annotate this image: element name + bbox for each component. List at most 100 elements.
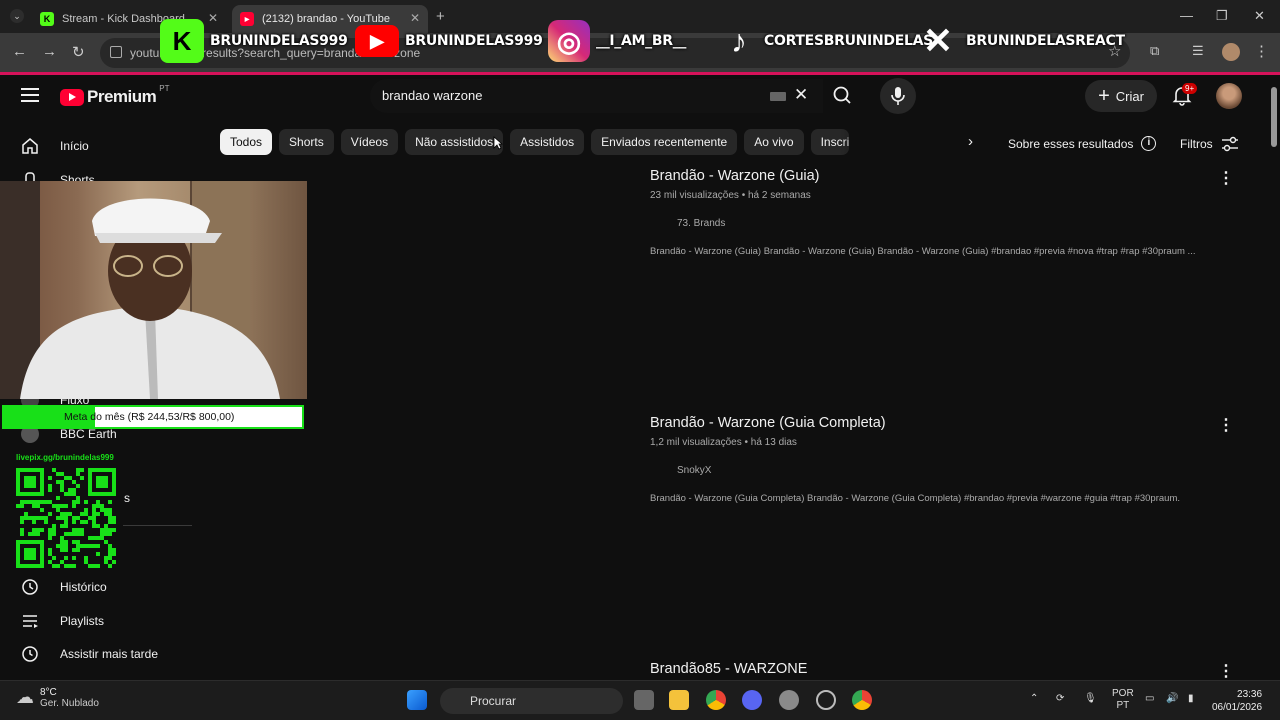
weather-widget[interactable]: ☁ 8°C Ger. Nublado xyxy=(16,687,99,709)
filter-chips: Todos Shorts Vídeos Não assistidos Assis… xyxy=(220,129,856,155)
tab-list-icon[interactable]: ☰ xyxy=(1192,43,1204,59)
social-handle: CORTESBRUNINDELAS xyxy=(764,33,933,49)
volume-icon[interactable]: 🔊 xyxy=(1166,693,1178,704)
clear-search-icon[interactable]: ✕ xyxy=(794,85,808,105)
tray-chevron-up-icon[interactable]: ⌃ xyxy=(1030,693,1038,704)
youtube-play-icon xyxy=(60,88,84,106)
sidebar-label: Histórico xyxy=(60,580,107,594)
search-query: brandao warzone xyxy=(382,88,483,103)
filters-button[interactable]: Filtros xyxy=(1180,136,1240,152)
chip-videos[interactable]: Vídeos xyxy=(340,129,399,155)
sidebar-label: Assistir mais tarde xyxy=(60,647,159,661)
result-description: Brandão - Warzone (Guia) Brandão - Warzo… xyxy=(650,246,1196,257)
sidebar-item-historico[interactable]: Histórico xyxy=(20,577,107,597)
home-icon xyxy=(20,136,40,156)
weather-temp: 8°C xyxy=(40,687,57,698)
social-handle: BRUNINDELAS999 xyxy=(210,33,348,49)
sidebar-label: Playlists xyxy=(60,614,105,628)
keyboard-icon[interactable] xyxy=(770,92,786,101)
page-scrollbar[interactable] xyxy=(1268,75,1280,680)
youtube-masthead: Premium PT brandao warzone ✕ + Criar 9+ xyxy=(0,75,1268,120)
result-title[interactable]: Brandão - Warzone (Guia Completa) xyxy=(650,415,1230,431)
youtube-logo[interactable]: Premium PT xyxy=(60,83,170,107)
chip-shorts[interactable]: Shorts xyxy=(279,129,334,155)
screen: ⌄ K Stream - Kick Dashboard ✕ ▶ (2132) b… xyxy=(0,0,1280,720)
browser-menu-icon[interactable]: ⋮ xyxy=(1254,42,1269,60)
profile-avatar[interactable] xyxy=(1222,43,1240,61)
back-icon[interactable]: ← xyxy=(12,43,27,60)
streamer-webcam xyxy=(0,181,307,399)
tray-mic-icon[interactable]: 🎙 xyxy=(1084,693,1097,704)
livepix-qr-panel: livepix.gg/brunindelas999 xyxy=(10,450,123,574)
result-meta: 23 mil visualizações • há 2 semanas xyxy=(650,190,811,201)
overlay-social-tiktok: ♪ CORTESBRUNINDELAS xyxy=(720,18,933,64)
chrome-icon[interactable] xyxy=(706,690,726,710)
result-channel[interactable]: SnokyX xyxy=(677,465,1230,476)
more-actions-icon[interactable]: ⋮ xyxy=(1218,661,1234,681)
result-channel[interactable]: 73. Brands xyxy=(677,218,1230,229)
chevron-right-icon[interactable]: › xyxy=(968,133,973,150)
battery-icon[interactable]: ▮ xyxy=(1188,693,1194,704)
reload-icon[interactable]: ↻ xyxy=(72,43,85,61)
create-label: Criar xyxy=(1115,88,1144,104)
sidebar-item-inicio[interactable]: Início xyxy=(20,136,89,156)
system-clock[interactable]: 23:36 06/01/2026 xyxy=(1212,688,1262,714)
site-info-icon[interactable] xyxy=(110,46,122,58)
result-item-3[interactable]: Brandão85 - WARZONE ⋮ xyxy=(650,661,1234,680)
chip-todos[interactable]: Todos xyxy=(220,129,273,155)
result-item-2[interactable]: Brandão - Warzone (Guia Completa) 1,2 mi… xyxy=(650,415,1234,504)
tiktok-icon: ♪ xyxy=(731,22,747,59)
more-actions-icon[interactable]: ⋮ xyxy=(1218,415,1234,435)
scrollbar-thumb[interactable] xyxy=(1271,87,1277,147)
forward-icon[interactable]: → xyxy=(42,43,57,60)
taskbar-search[interactable]: Procurar xyxy=(440,688,623,714)
result-title[interactable]: Brandão85 - WARZONE xyxy=(650,661,1230,677)
logo-brand: Premium xyxy=(87,87,157,106)
obs-icon[interactable] xyxy=(816,690,836,710)
extensions-icon[interactable]: ⧉ xyxy=(1150,43,1159,59)
task-view-icon[interactable] xyxy=(634,690,654,710)
chip-assistidos[interactable]: Assistidos xyxy=(510,129,585,155)
lang-bottom: PT xyxy=(1116,700,1130,711)
maximize-icon[interactable]: ❐ xyxy=(1216,8,1228,24)
chip-enviados-recentemente[interactable]: Enviados recentemente xyxy=(591,129,738,155)
social-handle: __I_AM_BR__ xyxy=(596,33,687,49)
minimize-icon[interactable]: — xyxy=(1180,8,1193,23)
more-actions-icon[interactable]: ⋮ xyxy=(1218,168,1234,188)
windows-start-icon[interactable] xyxy=(407,690,427,710)
mouse-cursor-icon xyxy=(493,136,503,150)
result-item-1[interactable]: Brandão - Warzone (Guia) 23 mil visualiz… xyxy=(650,168,1234,257)
overlay-social-x: ✕ BRUNINDELASREACT xyxy=(916,18,1125,64)
guide-menu-icon[interactable] xyxy=(21,88,39,102)
search-input[interactable]: brandao warzone ✕ xyxy=(370,79,823,113)
about-results-button[interactable]: Sobre esses resultados i xyxy=(1008,136,1157,151)
settings-gear-icon[interactable] xyxy=(779,690,799,710)
account-avatar[interactable] xyxy=(1216,83,1242,109)
create-button[interactable]: + Criar xyxy=(1085,80,1157,112)
goal-label: Meta do mês (R$ 244,53/R$ 800,00) xyxy=(64,411,235,423)
kick-icon: K xyxy=(160,19,204,63)
chip-nao-assistidos[interactable]: Não assistidos xyxy=(405,129,504,155)
chip-ao-vivo[interactable]: Ao vivo xyxy=(744,129,804,155)
streamer-figure xyxy=(20,198,280,399)
voice-search-button[interactable] xyxy=(880,78,916,114)
close-window-icon[interactable]: ✕ xyxy=(1254,8,1265,24)
weather-cloud-icon: ☁ xyxy=(16,687,34,707)
chrome-active-icon[interactable] xyxy=(852,690,872,710)
clock-date: 06/01/2026 xyxy=(1212,702,1263,713)
search-icon xyxy=(833,86,851,104)
tab-search-icon[interactable]: ⌄ xyxy=(10,9,24,23)
file-explorer-icon[interactable] xyxy=(669,690,689,710)
notifications-badge: 9+ xyxy=(1182,83,1198,94)
logo-region: PT xyxy=(159,83,170,93)
discord-icon[interactable] xyxy=(742,690,762,710)
result-title[interactable]: Brandão - Warzone (Guia) xyxy=(650,168,1230,184)
language-indicator[interactable]: POR PT xyxy=(1112,688,1134,712)
sidebar-item-playlists[interactable]: Playlists xyxy=(20,611,104,631)
tray-sync-icon[interactable]: ⟳ xyxy=(1056,693,1064,704)
network-icon[interactable]: ▭ xyxy=(1145,693,1154,704)
search-button[interactable] xyxy=(823,79,863,113)
sidebar-item-assistir-mais-tarde[interactable]: Assistir mais tarde xyxy=(20,644,158,664)
youtube-icon: ▶ xyxy=(355,25,399,57)
history-icon xyxy=(20,577,40,597)
